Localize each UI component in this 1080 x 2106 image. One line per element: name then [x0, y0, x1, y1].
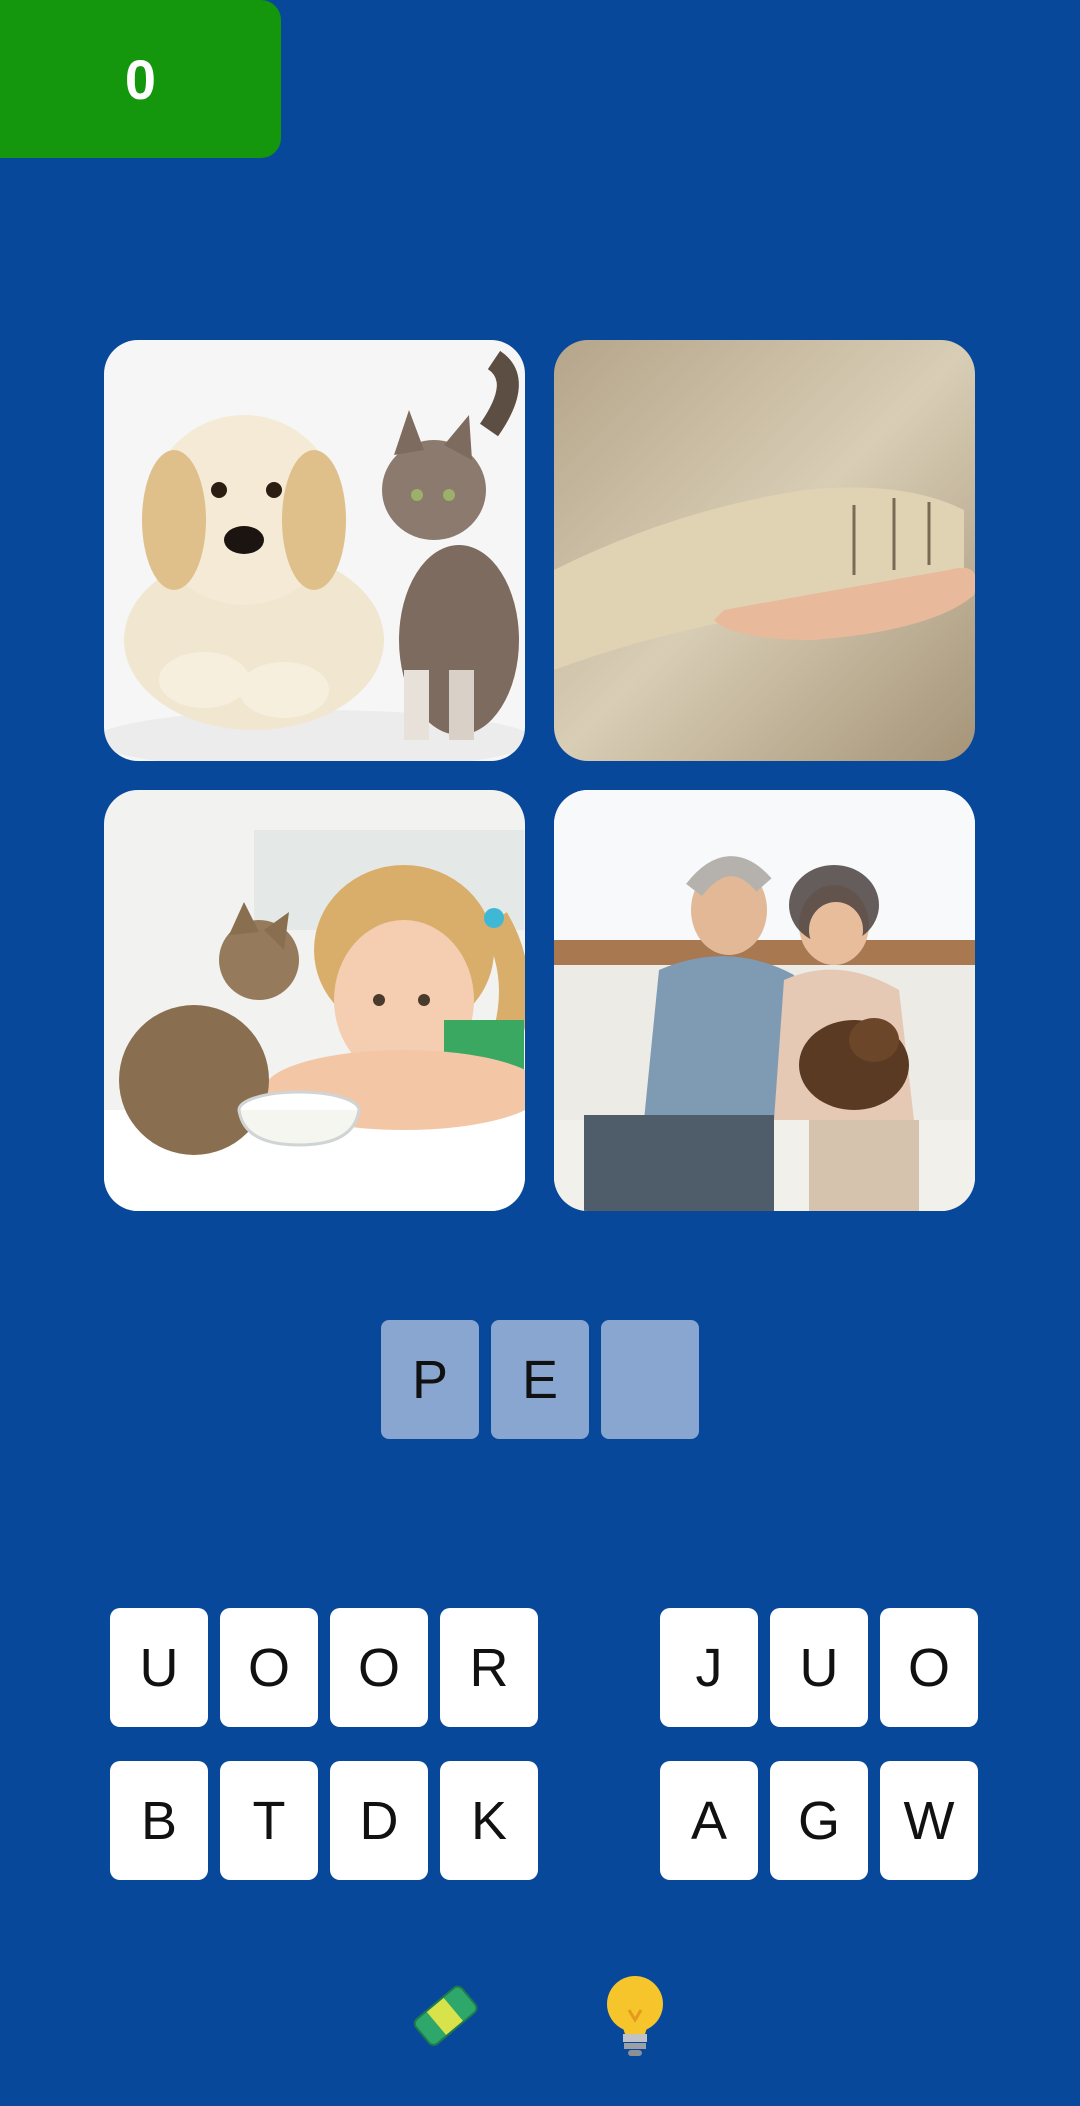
- key-label: U: [799, 1637, 839, 1698]
- letter-key[interactable]: R: [440, 1608, 538, 1727]
- key-label: A: [690, 1790, 728, 1851]
- key-label: W: [903, 1790, 955, 1851]
- key-label: K: [470, 1790, 508, 1851]
- letter-key[interactable]: O: [330, 1608, 428, 1727]
- letter-key[interactable]: A: [660, 1761, 758, 1880]
- score-badge: 0: [0, 0, 281, 158]
- answer-slot-letter: E: [521, 1349, 559, 1410]
- key-label: O: [357, 1637, 400, 1698]
- answer-slot-letter: P: [411, 1349, 449, 1410]
- clue-image-puppy-kitten[interactable]: [104, 340, 525, 761]
- letter-key[interactable]: B: [110, 1761, 208, 1880]
- letter-key[interactable]: O: [880, 1608, 978, 1727]
- key-label: R: [469, 1637, 509, 1698]
- girl-with-kitten-and-milk-photo: [104, 790, 525, 1211]
- answer-slot-1[interactable]: P: [381, 1320, 479, 1439]
- key-label: B: [140, 1790, 178, 1851]
- clue-image-paw-in-hand[interactable]: [554, 340, 975, 761]
- letter-key[interactable]: K: [440, 1761, 538, 1880]
- eraser-icon: [413, 1985, 478, 2046]
- key-label: O: [907, 1637, 950, 1698]
- letter-key[interactable]: J: [660, 1608, 758, 1727]
- key-label: G: [797, 1790, 840, 1851]
- key-label: U: [139, 1637, 179, 1698]
- elderly-couple-with-dog-photo: [554, 790, 975, 1211]
- letter-key[interactable]: T: [220, 1761, 318, 1880]
- letter-key[interactable]: D: [330, 1761, 428, 1880]
- score-value: 0: [124, 47, 157, 111]
- hint-button[interactable]: [595, 1970, 675, 2060]
- letter-key[interactable]: U: [110, 1608, 208, 1727]
- clue-image-couple-dog[interactable]: [554, 790, 975, 1211]
- lightbulb-icon: [607, 1976, 663, 2056]
- dog-paw-in-hand-photo: [554, 340, 975, 761]
- key-label: D: [359, 1790, 399, 1851]
- letter-key[interactable]: W: [880, 1761, 978, 1880]
- letter-key[interactable]: G: [770, 1761, 868, 1880]
- key-label: J: [695, 1637, 723, 1698]
- answer-slot-3[interactable]: [601, 1320, 699, 1439]
- puppy-and-kitten-photo: [104, 340, 525, 761]
- key-label: T: [252, 1790, 286, 1851]
- eraser-button[interactable]: [405, 1970, 485, 2060]
- answer-slot-2[interactable]: E: [491, 1320, 589, 1439]
- key-label: O: [247, 1637, 290, 1698]
- clue-image-girl-kitten[interactable]: [104, 790, 525, 1211]
- letter-key[interactable]: O: [220, 1608, 318, 1727]
- letter-key[interactable]: U: [770, 1608, 868, 1727]
